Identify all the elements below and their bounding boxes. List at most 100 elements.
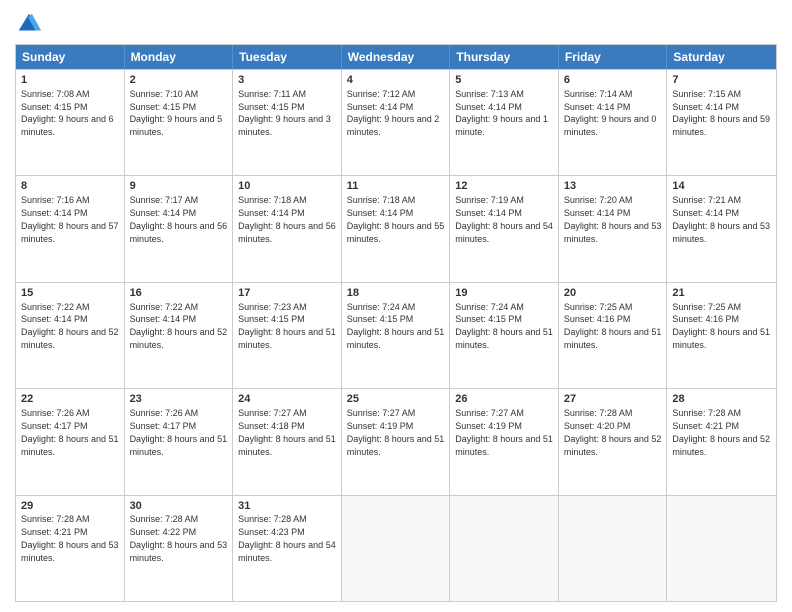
- cal-cell: 9Sunrise: 7:17 AMSunset: 4:14 PMDaylight…: [125, 176, 234, 281]
- cal-header-wednesday: Wednesday: [342, 45, 451, 69]
- day-number: 10: [238, 179, 336, 194]
- cal-cell: 17Sunrise: 7:23 AMSunset: 4:15 PMDayligh…: [233, 283, 342, 388]
- cal-cell: [667, 496, 776, 601]
- cal-cell: 2Sunrise: 7:10 AMSunset: 4:15 PMDaylight…: [125, 70, 234, 175]
- day-number: 11: [347, 179, 445, 194]
- cell-info: Sunrise: 7:28 AMSunset: 4:22 PMDaylight:…: [130, 514, 228, 562]
- cal-cell: 27Sunrise: 7:28 AMSunset: 4:20 PMDayligh…: [559, 389, 668, 494]
- cell-info: Sunrise: 7:22 AMSunset: 4:14 PMDaylight:…: [130, 302, 228, 350]
- cell-info: Sunrise: 7:21 AMSunset: 4:14 PMDaylight:…: [672, 195, 770, 243]
- calendar-header: SundayMondayTuesdayWednesdayThursdayFrid…: [16, 45, 776, 69]
- day-number: 8: [21, 179, 119, 194]
- day-number: 25: [347, 392, 445, 407]
- day-number: 4: [347, 73, 445, 88]
- logo: [15, 10, 47, 38]
- cal-header-saturday: Saturday: [667, 45, 776, 69]
- day-number: 23: [130, 392, 228, 407]
- cal-cell: 20Sunrise: 7:25 AMSunset: 4:16 PMDayligh…: [559, 283, 668, 388]
- cal-cell: 8Sunrise: 7:16 AMSunset: 4:14 PMDaylight…: [16, 176, 125, 281]
- cal-cell: 25Sunrise: 7:27 AMSunset: 4:19 PMDayligh…: [342, 389, 451, 494]
- cal-header-sunday: Sunday: [16, 45, 125, 69]
- cal-header-monday: Monday: [125, 45, 234, 69]
- cal-header-friday: Friday: [559, 45, 668, 69]
- day-number: 5: [455, 73, 553, 88]
- cal-cell: [342, 496, 451, 601]
- cell-info: Sunrise: 7:27 AMSunset: 4:18 PMDaylight:…: [238, 408, 336, 456]
- calendar-body: 1Sunrise: 7:08 AMSunset: 4:15 PMDaylight…: [16, 69, 776, 601]
- day-number: 30: [130, 499, 228, 514]
- cal-header-thursday: Thursday: [450, 45, 559, 69]
- cal-cell: 15Sunrise: 7:22 AMSunset: 4:14 PMDayligh…: [16, 283, 125, 388]
- cal-cell: 3Sunrise: 7:11 AMSunset: 4:15 PMDaylight…: [233, 70, 342, 175]
- cal-week-5: 29Sunrise: 7:28 AMSunset: 4:21 PMDayligh…: [16, 495, 776, 601]
- day-number: 6: [564, 73, 662, 88]
- cal-cell: 18Sunrise: 7:24 AMSunset: 4:15 PMDayligh…: [342, 283, 451, 388]
- cal-cell: 6Sunrise: 7:14 AMSunset: 4:14 PMDaylight…: [559, 70, 668, 175]
- cal-cell: 10Sunrise: 7:18 AMSunset: 4:14 PMDayligh…: [233, 176, 342, 281]
- cal-cell: 29Sunrise: 7:28 AMSunset: 4:21 PMDayligh…: [16, 496, 125, 601]
- cal-cell: [559, 496, 668, 601]
- day-number: 27: [564, 392, 662, 407]
- cell-info: Sunrise: 7:14 AMSunset: 4:14 PMDaylight:…: [564, 89, 657, 137]
- cell-info: Sunrise: 7:24 AMSunset: 4:15 PMDaylight:…: [347, 302, 445, 350]
- day-number: 29: [21, 499, 119, 514]
- cell-info: Sunrise: 7:12 AMSunset: 4:14 PMDaylight:…: [347, 89, 440, 137]
- day-number: 20: [564, 286, 662, 301]
- day-number: 9: [130, 179, 228, 194]
- cal-cell: 19Sunrise: 7:24 AMSunset: 4:15 PMDayligh…: [450, 283, 559, 388]
- cal-header-tuesday: Tuesday: [233, 45, 342, 69]
- cal-cell: 23Sunrise: 7:26 AMSunset: 4:17 PMDayligh…: [125, 389, 234, 494]
- calendar: SundayMondayTuesdayWednesdayThursdayFrid…: [15, 44, 777, 602]
- cell-info: Sunrise: 7:26 AMSunset: 4:17 PMDaylight:…: [21, 408, 119, 456]
- cell-info: Sunrise: 7:22 AMSunset: 4:14 PMDaylight:…: [21, 302, 119, 350]
- cell-info: Sunrise: 7:28 AMSunset: 4:20 PMDaylight:…: [564, 408, 662, 456]
- cal-cell: 1Sunrise: 7:08 AMSunset: 4:15 PMDaylight…: [16, 70, 125, 175]
- cal-cell: 7Sunrise: 7:15 AMSunset: 4:14 PMDaylight…: [667, 70, 776, 175]
- cell-info: Sunrise: 7:28 AMSunset: 4:21 PMDaylight:…: [21, 514, 119, 562]
- cell-info: Sunrise: 7:28 AMSunset: 4:23 PMDaylight:…: [238, 514, 336, 562]
- cal-cell: 11Sunrise: 7:18 AMSunset: 4:14 PMDayligh…: [342, 176, 451, 281]
- cal-cell: 13Sunrise: 7:20 AMSunset: 4:14 PMDayligh…: [559, 176, 668, 281]
- cal-cell: 12Sunrise: 7:19 AMSunset: 4:14 PMDayligh…: [450, 176, 559, 281]
- cell-info: Sunrise: 7:08 AMSunset: 4:15 PMDaylight:…: [21, 89, 114, 137]
- cell-info: Sunrise: 7:17 AMSunset: 4:14 PMDaylight:…: [130, 195, 228, 243]
- cal-cell: 21Sunrise: 7:25 AMSunset: 4:16 PMDayligh…: [667, 283, 776, 388]
- day-number: 18: [347, 286, 445, 301]
- cal-week-2: 8Sunrise: 7:16 AMSunset: 4:14 PMDaylight…: [16, 175, 776, 281]
- cal-cell: 31Sunrise: 7:28 AMSunset: 4:23 PMDayligh…: [233, 496, 342, 601]
- cal-cell: 5Sunrise: 7:13 AMSunset: 4:14 PMDaylight…: [450, 70, 559, 175]
- cell-info: Sunrise: 7:16 AMSunset: 4:14 PMDaylight:…: [21, 195, 119, 243]
- cell-info: Sunrise: 7:25 AMSunset: 4:16 PMDaylight:…: [564, 302, 662, 350]
- cell-info: Sunrise: 7:18 AMSunset: 4:14 PMDaylight:…: [238, 195, 336, 243]
- day-number: 15: [21, 286, 119, 301]
- header: [15, 10, 777, 38]
- day-number: 19: [455, 286, 553, 301]
- cal-cell: 16Sunrise: 7:22 AMSunset: 4:14 PMDayligh…: [125, 283, 234, 388]
- day-number: 31: [238, 499, 336, 514]
- page: SundayMondayTuesdayWednesdayThursdayFrid…: [0, 0, 792, 612]
- cal-cell: 24Sunrise: 7:27 AMSunset: 4:18 PMDayligh…: [233, 389, 342, 494]
- cell-info: Sunrise: 7:23 AMSunset: 4:15 PMDaylight:…: [238, 302, 336, 350]
- day-number: 24: [238, 392, 336, 407]
- cell-info: Sunrise: 7:19 AMSunset: 4:14 PMDaylight:…: [455, 195, 553, 243]
- day-number: 3: [238, 73, 336, 88]
- logo-icon: [15, 10, 43, 38]
- day-number: 22: [21, 392, 119, 407]
- day-number: 7: [672, 73, 771, 88]
- cell-info: Sunrise: 7:28 AMSunset: 4:21 PMDaylight:…: [672, 408, 770, 456]
- cell-info: Sunrise: 7:18 AMSunset: 4:14 PMDaylight:…: [347, 195, 445, 243]
- cal-cell: 28Sunrise: 7:28 AMSunset: 4:21 PMDayligh…: [667, 389, 776, 494]
- cell-info: Sunrise: 7:24 AMSunset: 4:15 PMDaylight:…: [455, 302, 553, 350]
- cal-cell: 26Sunrise: 7:27 AMSunset: 4:19 PMDayligh…: [450, 389, 559, 494]
- cell-info: Sunrise: 7:26 AMSunset: 4:17 PMDaylight:…: [130, 408, 228, 456]
- cal-cell: 22Sunrise: 7:26 AMSunset: 4:17 PMDayligh…: [16, 389, 125, 494]
- cell-info: Sunrise: 7:10 AMSunset: 4:15 PMDaylight:…: [130, 89, 223, 137]
- cal-week-1: 1Sunrise: 7:08 AMSunset: 4:15 PMDaylight…: [16, 69, 776, 175]
- day-number: 12: [455, 179, 553, 194]
- day-number: 1: [21, 73, 119, 88]
- day-number: 26: [455, 392, 553, 407]
- cell-info: Sunrise: 7:25 AMSunset: 4:16 PMDaylight:…: [672, 302, 770, 350]
- day-number: 16: [130, 286, 228, 301]
- day-number: 13: [564, 179, 662, 194]
- cal-cell: 14Sunrise: 7:21 AMSunset: 4:14 PMDayligh…: [667, 176, 776, 281]
